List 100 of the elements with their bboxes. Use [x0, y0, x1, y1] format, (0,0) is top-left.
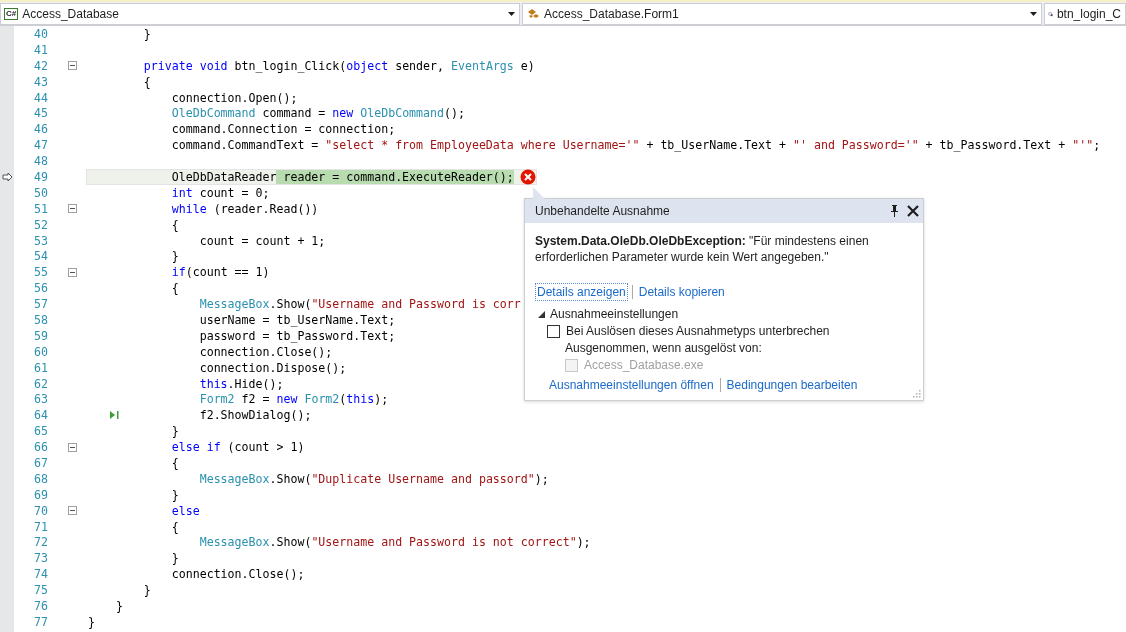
code-token: if [205, 440, 221, 455]
code-token: .Show( [269, 297, 312, 312]
code-token: { [142, 74, 151, 89]
line-number: 61 [33, 360, 48, 375]
code-token: reader = command.ExecuteReader(); [276, 169, 514, 184]
code-token: f2 = [240, 392, 271, 407]
code-token: f2.ShowDialog(); [198, 408, 312, 423]
line-number: 69 [33, 487, 48, 502]
code-token: ( [339, 392, 347, 407]
code-token: { [170, 281, 179, 296]
checkbox-label: Access_Database.exe [584, 358, 704, 372]
dropdown-arrow-icon [508, 11, 515, 16]
member-dropdown[interactable]: btn_login_C [1044, 2, 1126, 25]
line-number: 40 [33, 26, 48, 41]
line-number: 52 [33, 217, 48, 232]
line-number: 64 [33, 408, 48, 423]
code-token: } [114, 599, 123, 613]
line-number: 66 [33, 440, 48, 455]
code-token: new [332, 106, 354, 121]
code-token: (count == 1) [185, 265, 270, 280]
line-number: 54 [33, 249, 48, 264]
line-number: 41 [33, 42, 48, 57]
class-dropdown[interactable]: Access_Database.Form1 [522, 2, 1042, 25]
line-number: 76 [33, 599, 48, 613]
code-token: OleDbDataReader [170, 169, 277, 184]
line-number: 58 [33, 312, 48, 327]
code-token: sender, [394, 58, 445, 73]
code-token: } [170, 551, 179, 566]
line-number: 71 [33, 519, 48, 534]
class-icon [526, 6, 540, 21]
settings-heading[interactable]: Ausnahmeeinstellungen [550, 307, 679, 321]
code-token: (reader.Read()) [212, 201, 319, 216]
code-token: else [170, 440, 200, 455]
except-label: Ausgenommen, wenn ausgelöst von: [565, 341, 763, 355]
details-link[interactable]: Details kopieren [636, 283, 727, 301]
code-token: "Username and Password is corr [311, 297, 521, 312]
dropdown-text: Access_Database [22, 6, 120, 21]
code-token: "' and Password='" [793, 138, 919, 153]
line-number: 42 [33, 58, 48, 73]
settings-link[interactable]: Bedingungen bearbeiten [724, 376, 860, 394]
line-number: 75 [33, 583, 48, 598]
code-token: ); [534, 471, 549, 486]
line-number: 70 [33, 503, 48, 518]
code-token: MessageBox [198, 471, 270, 486]
code-token: } [88, 614, 95, 629]
line-number: 55 [33, 265, 48, 280]
line-number: 68 [33, 471, 48, 486]
line-number: 63 [33, 392, 48, 407]
line-number: 47 [33, 138, 48, 153]
code-token: ; [1093, 138, 1101, 153]
line-number: 48 [33, 154, 48, 169]
line-number: 46 [33, 122, 48, 137]
code-token: e) [519, 58, 535, 73]
code-token: } [142, 26, 151, 41]
code-token: + tb_UserName.Text + [645, 138, 788, 153]
code-token: .Show( [269, 535, 312, 550]
code-token: if [170, 265, 186, 280]
code-token: command.Connection = connection; [170, 122, 396, 137]
line-number: 77 [33, 614, 48, 629]
line-number: 45 [33, 106, 48, 121]
code-token: } [170, 487, 179, 502]
exception-message: System.Data.OleDb.OleDbException: "Für mindestens einen erforderlichen Parameter wurde kein Wert angegeben." [535, 233, 870, 265]
csharp-icon: C# [4, 7, 19, 20]
current-statement-arrow-icon [2, 172, 13, 182]
project-dropdown[interactable]: C# Access_Database [0, 2, 520, 25]
code-token: { [170, 217, 179, 232]
code-token: MessageBox [198, 535, 270, 550]
code-token: "Username and Password is not correct" [311, 535, 577, 550]
code-token: } [170, 249, 179, 264]
line-number: 43 [33, 74, 48, 89]
pin-icon [890, 205, 899, 217]
checkbox-label: Bei Auslösen dieses Ausnahmetyps unterbrechen [566, 324, 830, 338]
line-number: 49 [33, 169, 48, 184]
line-number: 51 [33, 201, 48, 216]
code-token: .Show( [269, 471, 312, 486]
code-token: new [276, 392, 298, 407]
dropdown-text: btn_login_C [1056, 6, 1121, 21]
code-token: } [170, 424, 179, 439]
checkbox[interactable] [547, 324, 560, 338]
settings-link[interactable]: Ausnahmeeinstellungen öffnen [547, 376, 716, 394]
code-token: else [170, 503, 200, 518]
code-token: password = tb_Password.Text; [198, 328, 396, 343]
line-number: 60 [33, 344, 48, 359]
code-token: OleDbCommand [170, 106, 256, 121]
code-token: void [198, 58, 228, 73]
code-token: "'" [1072, 138, 1094, 153]
code-token: count = 0; [198, 185, 270, 200]
code-token: connection.Close(); [170, 567, 305, 582]
line-number: 73 [33, 551, 48, 566]
line-number: 59 [33, 328, 48, 343]
code-token: OleDbCommand [359, 106, 444, 121]
code-token: } [142, 583, 151, 598]
code-token: Form2 [198, 392, 235, 407]
code-token: MessageBox [198, 297, 270, 312]
code-token: connection.Open(); [170, 90, 298, 105]
code-token: command = [261, 106, 327, 121]
code-token: (count > 1) [226, 440, 305, 455]
code-token: "select * from EmployeeData where Username='" [325, 138, 640, 153]
details-link[interactable]: Details anzeigen [535, 283, 628, 301]
line-number: 56 [33, 281, 48, 296]
